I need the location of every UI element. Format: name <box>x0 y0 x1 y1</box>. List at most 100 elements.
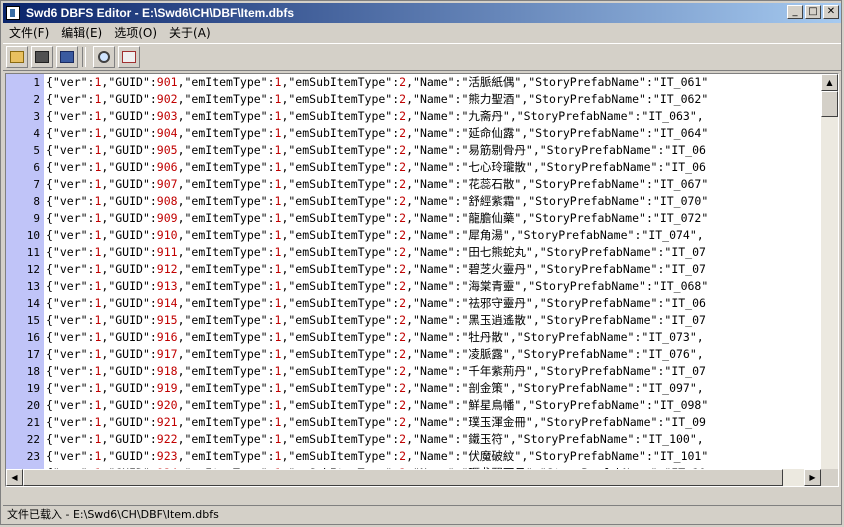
menu-options[interactable]: 选项(O) <box>108 24 163 41</box>
code-text[interactable]: {"ver":1,"GUID":919,"emItemType":1,"emSu… <box>46 380 704 397</box>
code-text[interactable]: {"ver":1,"GUID":917,"emItemType":1,"emSu… <box>46 346 704 363</box>
code-editor[interactable]: 1 {"ver":1,"GUID":901,"emItemType":1,"emS… <box>5 73 839 487</box>
line-number: 16 <box>26 331 40 344</box>
code-line[interactable]: 9 {"ver":1,"GUID":909,"emItemType":1,"emS… <box>6 210 820 227</box>
code-text[interactable]: {"ver":1,"GUID":916,"emItemType":1,"emSu… <box>46 329 704 346</box>
scroll-up-icon[interactable]: ▲ <box>821 74 838 91</box>
code-line[interactable]: 21 {"ver":1,"GUID":921,"emItemType":1,"em… <box>6 414 820 431</box>
code-line[interactable]: 6 {"ver":1,"GUID":906,"emItemType":1,"emS… <box>6 159 820 176</box>
code-line[interactable]: 16 {"ver":1,"GUID":916,"emItemType":1,"em… <box>6 329 820 346</box>
app-icon[interactable] <box>6 6 20 20</box>
code-line[interactable]: 12 {"ver":1,"GUID":912,"emItemType":1,"em… <box>6 261 820 278</box>
line-number: 20 <box>26 399 40 412</box>
code-line[interactable]: 8 {"ver":1,"GUID":908,"emItemType":1,"emS… <box>6 193 820 210</box>
menu-edit[interactable]: 编辑(E) <box>55 24 108 41</box>
code-text[interactable]: {"ver":1,"GUID":912,"emItemType":1,"emSu… <box>46 261 706 278</box>
code-text[interactable]: {"ver":1,"GUID":918,"emItemType":1,"emSu… <box>46 363 706 380</box>
code-text[interactable]: {"ver":1,"GUID":910,"emItemType":1,"emSu… <box>46 227 704 244</box>
scroll-left-icon[interactable]: ◀ <box>6 469 23 486</box>
window-controls: _ □ ✕ <box>785 5 839 19</box>
line-number: 17 <box>26 348 40 361</box>
scroll-corner <box>821 469 838 486</box>
code-line[interactable]: 19 {"ver":1,"GUID":919,"emItemType":1,"em… <box>6 380 820 397</box>
line-number: 13 <box>26 280 40 293</box>
code-line[interactable]: 20 {"ver":1,"GUID":920,"emItemType":1,"em… <box>6 397 820 414</box>
code-text[interactable]: {"ver":1,"GUID":905,"emItemType":1,"emSu… <box>46 142 706 159</box>
title-bar[interactable]: Swd6 DBFS Editor - E:\Swd6\CH\DBF\Item.d… <box>3 3 841 23</box>
code-text[interactable]: {"ver":1,"GUID":901,"emItemType":1,"emSu… <box>46 74 708 91</box>
line-number: 6 <box>33 161 40 174</box>
scroll-right-icon[interactable]: ▶ <box>804 469 821 486</box>
vertical-scrollbar[interactable]: ▲ <box>821 74 838 469</box>
code-text[interactable]: {"ver":1,"GUID":920,"emItemType":1,"emSu… <box>46 397 708 414</box>
code-text[interactable]: {"ver":1,"GUID":913,"emItemType":1,"emSu… <box>46 278 708 295</box>
save-icon <box>35 51 49 63</box>
code-line[interactable]: 17 {"ver":1,"GUID":917,"emItemType":1,"em… <box>6 346 820 363</box>
code-line[interactable]: 4 {"ver":1,"GUID":904,"emItemType":1,"emS… <box>6 125 820 142</box>
open-folder-icon <box>10 51 24 63</box>
line-number: 14 <box>26 297 40 310</box>
code-line[interactable]: 15 {"ver":1,"GUID":915,"emItemType":1,"em… <box>6 312 820 329</box>
code-text[interactable]: {"ver":1,"GUID":923,"emItemType":1,"emSu… <box>46 448 708 465</box>
line-number: 15 <box>26 314 40 327</box>
minimize-button[interactable]: _ <box>787 5 803 19</box>
code-text[interactable]: {"ver":1,"GUID":902,"emItemType":1,"emSu… <box>46 91 708 108</box>
vertical-scroll-thumb[interactable] <box>821 91 838 117</box>
find-icon <box>98 51 110 63</box>
line-number: 1 <box>33 76 40 89</box>
status-bar: 文件已载入 - E:\Swd6\CH\DBF\Item.dbfs <box>3 505 841 523</box>
maximize-button[interactable]: □ <box>805 5 821 19</box>
code-text[interactable]: {"ver":1,"GUID":921,"emItemType":1,"emSu… <box>46 414 706 431</box>
menu-file[interactable]: 文件(F) <box>3 24 55 41</box>
tool-button[interactable] <box>118 46 140 68</box>
line-number: 23 <box>26 450 40 463</box>
code-line[interactable]: 1 {"ver":1,"GUID":901,"emItemType":1,"emS… <box>6 74 820 91</box>
code-text[interactable]: {"ver":1,"GUID":906,"emItemType":1,"emSu… <box>46 159 706 176</box>
code-line[interactable]: 5 {"ver":1,"GUID":905,"emItemType":1,"emS… <box>6 142 820 159</box>
save-all-icon <box>60 51 74 63</box>
code-line[interactable]: 18 {"ver":1,"GUID":918,"emItemType":1,"em… <box>6 363 820 380</box>
code-line[interactable]: 23 {"ver":1,"GUID":923,"emItemType":1,"em… <box>6 448 820 465</box>
code-text[interactable]: {"ver":1,"GUID":907,"emItemType":1,"emSu… <box>46 176 708 193</box>
code-line[interactable]: 13 {"ver":1,"GUID":913,"emItemType":1,"em… <box>6 278 820 295</box>
code-line[interactable]: 3 {"ver":1,"GUID":903,"emItemType":1,"emS… <box>6 108 820 125</box>
code-text[interactable]: {"ver":1,"GUID":903,"emItemType":1,"emSu… <box>46 108 704 125</box>
open-button[interactable] <box>6 46 28 68</box>
code-text[interactable]: {"ver":1,"GUID":915,"emItemType":1,"emSu… <box>46 312 706 329</box>
code-text[interactable]: {"ver":1,"GUID":911,"emItemType":1,"emSu… <box>46 244 706 261</box>
line-number: 5 <box>33 144 40 157</box>
code-line[interactable]: 14 {"ver":1,"GUID":914,"emItemType":1,"em… <box>6 295 820 312</box>
code-line[interactable]: 2 {"ver":1,"GUID":902,"emItemType":1,"emS… <box>6 91 820 108</box>
code-text[interactable]: {"ver":1,"GUID":908,"emItemType":1,"emSu… <box>46 193 708 210</box>
menu-about[interactable]: 关于(A) <box>163 24 217 41</box>
code-text[interactable]: {"ver":1,"GUID":922,"emItemType":1,"emSu… <box>46 431 704 448</box>
code-line[interactable]: 7 {"ver":1,"GUID":907,"emItemType":1,"emS… <box>6 176 820 193</box>
editor-lines[interactable]: 1 {"ver":1,"GUID":901,"emItemType":1,"emS… <box>6 74 820 486</box>
line-number: 7 <box>33 178 40 191</box>
code-text[interactable]: {"ver":1,"GUID":914,"emItemType":1,"emSu… <box>46 295 706 312</box>
close-button[interactable]: ✕ <box>823 5 839 19</box>
toolbar-separator <box>82 47 86 67</box>
code-line[interactable]: 11 {"ver":1,"GUID":911,"emItemType":1,"em… <box>6 244 820 261</box>
line-number: 3 <box>33 110 40 123</box>
code-text[interactable]: {"ver":1,"GUID":904,"emItemType":1,"emSu… <box>46 125 708 142</box>
line-number: 19 <box>26 382 40 395</box>
line-number: 12 <box>26 263 40 276</box>
line-number: 22 <box>26 433 40 446</box>
horizontal-scrollbar[interactable]: ◀ ▶ <box>6 469 821 486</box>
line-number: 4 <box>33 127 40 140</box>
line-number: 8 <box>33 195 40 208</box>
menu-bar: 文件(F) 编辑(E) 选项(O) 关于(A) <box>3 23 841 42</box>
horizontal-scroll-thumb[interactable] <box>23 469 783 486</box>
line-number: 9 <box>33 212 40 225</box>
line-number: 10 <box>26 229 40 242</box>
code-text[interactable]: {"ver":1,"GUID":909,"emItemType":1,"emSu… <box>46 210 708 227</box>
code-line[interactable]: 10 {"ver":1,"GUID":910,"emItemType":1,"em… <box>6 227 820 244</box>
line-number: 11 <box>26 246 40 259</box>
save-all-button[interactable] <box>56 46 78 68</box>
save-button[interactable] <box>31 46 53 68</box>
app-window: Swd6 DBFS Editor - E:\Swd6\CH\DBF\Item.d… <box>0 0 842 525</box>
window-title: Swd6 DBFS Editor - E:\Swd6\CH\DBF\Item.d… <box>26 6 295 20</box>
code-line[interactable]: 22 {"ver":1,"GUID":922,"emItemType":1,"em… <box>6 431 820 448</box>
find-button[interactable] <box>93 46 115 68</box>
